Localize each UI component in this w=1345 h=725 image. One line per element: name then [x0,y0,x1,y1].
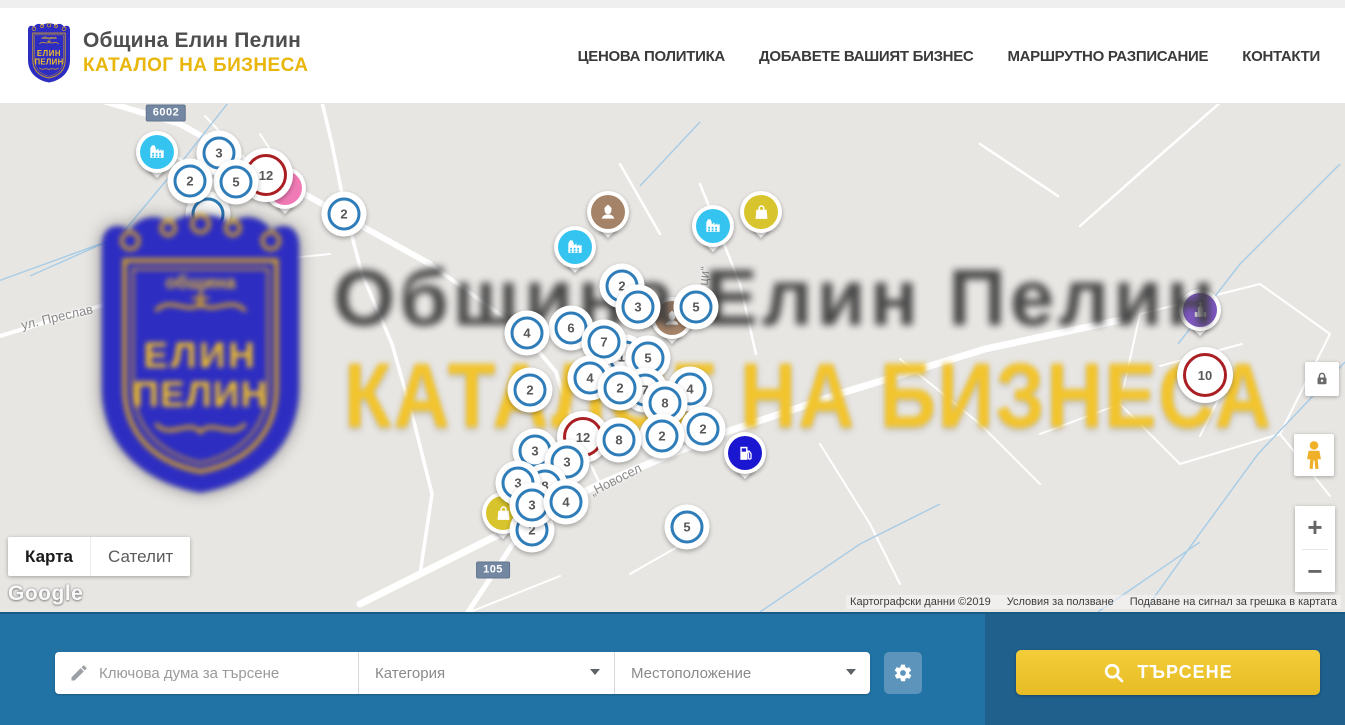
keyword-cell [55,652,358,694]
cluster-marker[interactable]: 2 [508,368,553,413]
cluster-count: 2 [328,198,361,231]
header: община ЕЛИН ПЕЛИН Община Елин Пелин КАТА… [0,0,1345,104]
watermark-subtitle: КАТАЛОГ НА БИЗНЕСА [344,348,1273,444]
cluster-marker[interactable]: 5 [665,505,710,550]
category-select[interactable]: Категория [358,652,614,694]
lock-icon [1313,370,1331,388]
location-select[interactable]: Местоположение [614,652,870,694]
cluster-count: 5 [680,291,713,324]
cluster-count: 5 [220,166,253,199]
cluster-count: 8 [603,424,636,457]
cluster-count: 4 [511,317,544,350]
cluster-count: 3 [622,291,655,324]
bag-icon [744,195,778,229]
svg-text:община: община [165,272,236,293]
search-icon [1103,662,1125,684]
advanced-settings-button[interactable] [884,652,922,694]
nav-item-1[interactable]: ЦЕНОВА ПОЛИТИКА [578,48,725,65]
zoom-out-button[interactable]: − [1295,550,1335,593]
cluster-marker[interactable]: 2 [168,159,213,204]
svg-text:ЕЛИН: ЕЛИН [144,334,258,375]
nav-item-3[interactable]: МАРШРУТНО РАЗПИСАНИЕ [1007,48,1208,65]
search-input-group: Категория Местоположение [55,652,870,694]
street-view-pegman-button[interactable] [1294,434,1334,476]
cluster-marker[interactable]: 2 [681,407,726,452]
search-button-label: ТЪРСЕНЕ [1137,662,1232,683]
cluster-marker[interactable]: 10 [1177,347,1233,403]
cluster-count: 4 [550,486,583,519]
fullscreen-lock-button[interactable] [1305,362,1339,396]
brand-text: Община Елин Пелин КАТАЛОГ НА БИЗНЕСА [83,29,308,77]
cluster-count: 2 [174,165,207,198]
cluster-marker[interactable]: 4 [505,311,550,356]
worker-icon [591,195,625,229]
road-number-badge: 6002 [146,105,186,122]
map-type-control: Карта Сателит [8,537,190,576]
pencil-icon [69,663,89,683]
pegman-icon [1301,440,1327,470]
factory-icon [140,135,174,169]
cluster-marker[interactable]: 4 [544,480,589,525]
report-error-link[interactable]: Подаване на сигнал за грешка в картата [1130,596,1337,608]
attribution-copyright: Картографски данни ©2019 [850,596,991,608]
road-number-badge: 105 [476,562,510,579]
watermark-crest: община ЕЛИН ПЕЛИН [88,208,313,500]
svg-text:ЕЛИН: ЕЛИН [37,49,61,58]
svg-text:ПЕЛИН: ПЕЛИН [133,374,269,415]
gear-icon [893,663,913,683]
svg-text:община: община [42,35,58,40]
svg-text:ПЕЛИН: ПЕЛИН [34,57,63,66]
cluster-marker[interactable]: 5 [674,285,719,330]
location-select-label: Местоположение [631,665,751,682]
cluster-count: 2 [604,372,637,405]
nav-item-4[interactable]: КОНТАКТИ [1242,48,1320,65]
factory-pin-marker[interactable] [692,205,734,247]
cluster-marker[interactable]: 8 [597,418,642,463]
map-canvas[interactable]: ул. Преславбул. „Новоселци“ 6002105 общи… [0,104,1345,612]
cluster-count: 2 [646,420,679,453]
watermark-title: Община Елин Пелин [333,256,1219,340]
category-select-label: Категория [375,665,445,682]
cluster-count: 7 [588,326,621,359]
main-nav: ЦЕНОВА ПОЛИТИКА ДОБАВЕТЕ ВАШИЯТ БИЗНЕС МАР… [578,8,1320,104]
cluster-count: 2 [687,413,720,446]
site-subtitle: КАТАЛОГ НА БИЗНЕСА [83,55,308,77]
cluster-count: 5 [671,511,704,544]
bag-pin-marker[interactable] [740,191,782,233]
cluster-marker[interactable]: 2 [322,192,367,237]
zoom-in-button[interactable]: + [1295,506,1335,549]
cluster-count: 10 [1183,353,1227,397]
cluster-marker[interactable]: 5 [214,160,259,205]
municipality-crest-icon: община ЕЛИН ПЕЛИН [25,20,73,86]
keyword-search-input[interactable] [99,665,349,682]
map-attribution: Картографски данни ©2019 Условия за полз… [846,595,1341,609]
google-logo[interactable]: Google [8,582,83,606]
search-submit-button[interactable]: ТЪРСЕНЕ [1016,650,1320,695]
site-title: Община Елин Пелин [83,29,308,53]
cluster-marker[interactable]: 2 [598,366,643,411]
nav-item-2[interactable]: ДОБАВЕТЕ ВАШИЯТ БИЗНЕС [759,48,973,65]
cluster-marker[interactable]: 2 [640,414,685,459]
page: община ЕЛИН ПЕЛИН Община Елин Пелин КАТА… [0,0,1345,725]
factory-icon [696,209,730,243]
zoom-control: + − [1295,506,1335,592]
chevron-down-icon [846,669,856,675]
chevron-down-icon [590,669,600,675]
satellite-view-button[interactable]: Сателит [90,537,190,576]
map-view-button[interactable]: Карта [8,537,90,576]
terms-link[interactable]: Условия за ползване [1007,596,1114,608]
cluster-marker[interactable]: 3 [616,285,661,330]
search-panel: Категория Местоположение ТЪРСЕНЕ [0,612,1345,725]
cluster-count: 2 [514,374,547,407]
site-logo[interactable]: община ЕЛИН ПЕЛИН Община Елин Пелин КАТА… [25,20,308,86]
